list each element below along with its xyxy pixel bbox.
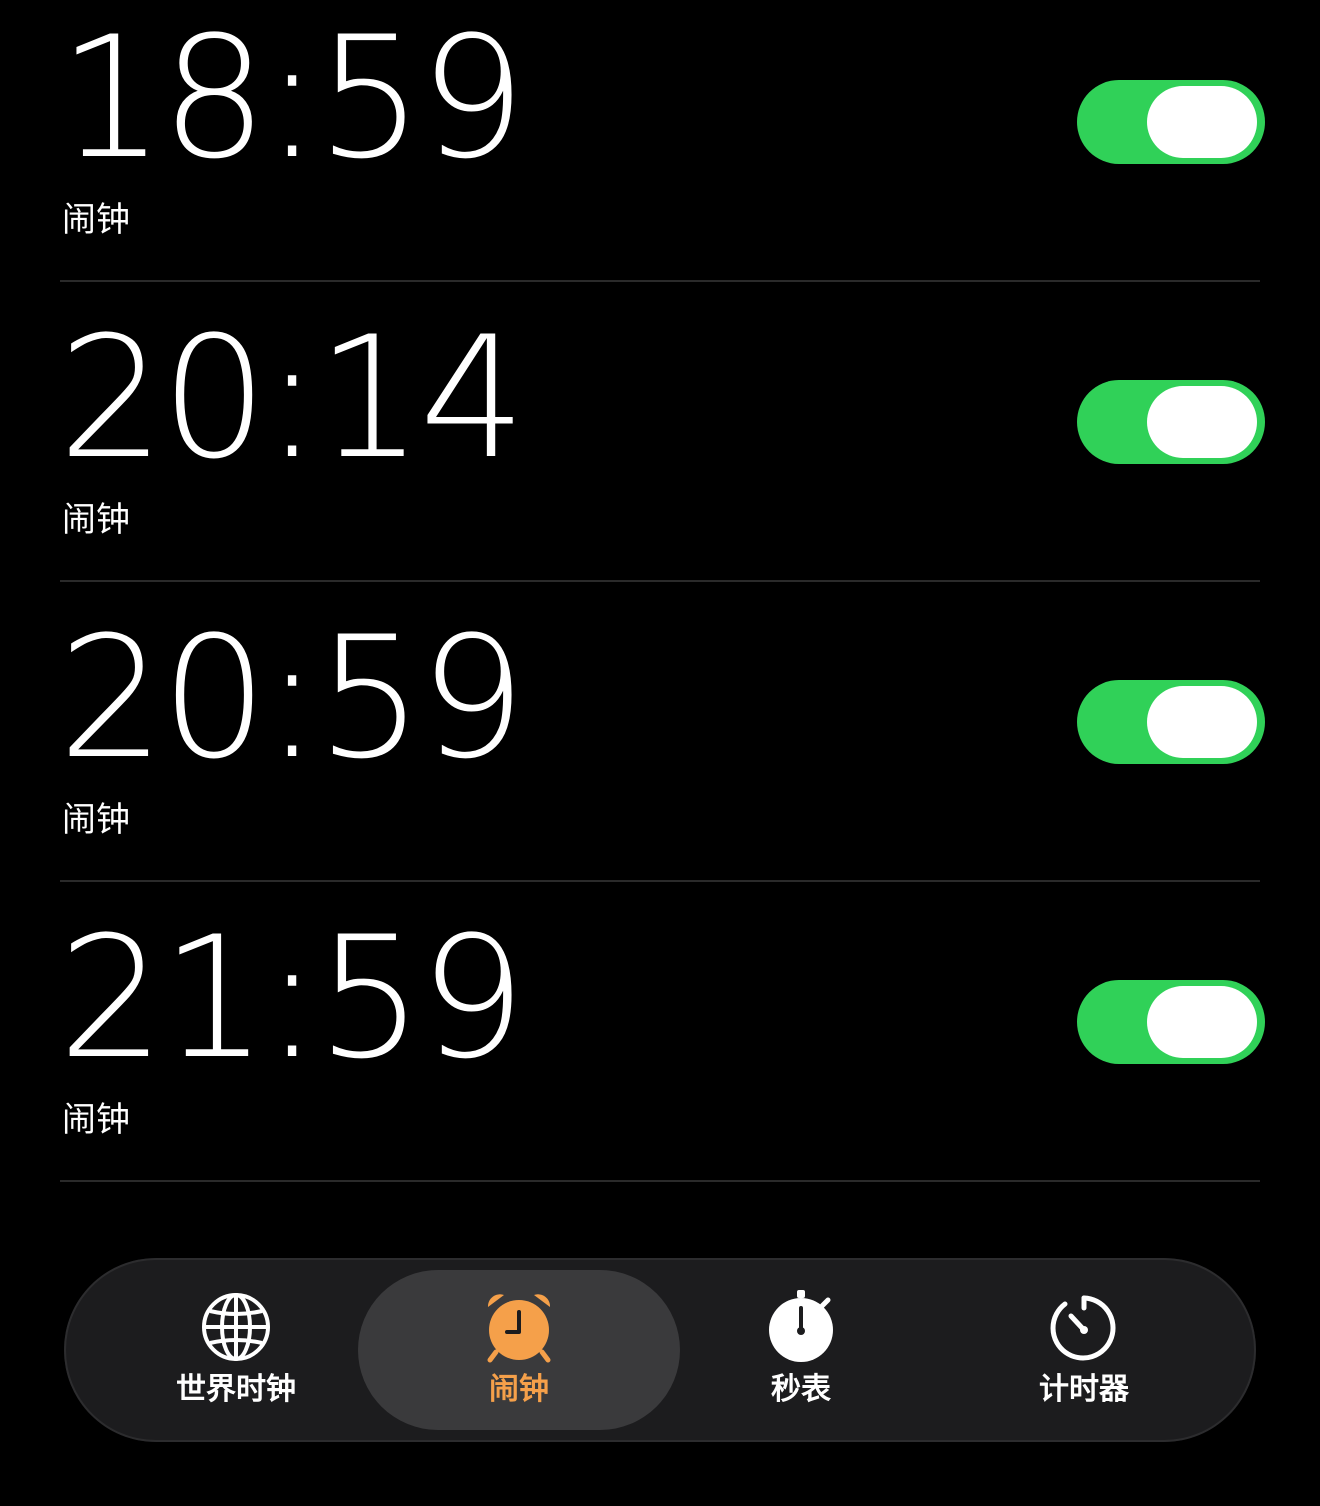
- alarm-toggle[interactable]: [1077, 380, 1265, 464]
- tab-alarm[interactable]: 闹钟: [399, 1258, 639, 1442]
- tab-label: 闹钟: [489, 1372, 549, 1407]
- timer-icon: [1050, 1295, 1116, 1361]
- tab-stopwatch[interactable]: 秒表: [681, 1258, 921, 1442]
- alarm-label: 闹钟: [62, 500, 130, 540]
- alarm-time: 21:59: [58, 900, 526, 1096]
- alarm-clock-icon: [487, 1294, 551, 1363]
- alarm-row[interactable]: 21:59 闹钟: [0, 900, 1320, 1200]
- alarm-label: 闹钟: [62, 800, 130, 840]
- alarm-label: 闹钟: [62, 1100, 130, 1140]
- alarm-row[interactable]: 20:59 闹钟: [0, 600, 1320, 900]
- alarm-toggle[interactable]: [1077, 680, 1265, 764]
- alarm-label: 闹钟: [62, 200, 130, 240]
- tab-timer[interactable]: 计时器: [964, 1258, 1204, 1442]
- alarm-list: 18:59 闹钟 20:14 闹钟 20:59 闹钟 21:59 闹钟: [0, 0, 1320, 1200]
- globe-icon: [202, 1293, 270, 1361]
- alarm-toggle[interactable]: [1077, 80, 1265, 164]
- toggle-knob: [1147, 986, 1257, 1058]
- toggle-knob: [1147, 86, 1257, 158]
- tab-label: 计时器: [1039, 1372, 1129, 1407]
- alarm-time: 20:59: [58, 600, 526, 796]
- tab-world-clock[interactable]: 世界时钟: [116, 1258, 356, 1442]
- tab-bar: 世界时钟 闹钟 秒表 计时器: [64, 1258, 1256, 1442]
- alarm-row[interactable]: 20:14 闹钟: [0, 300, 1320, 600]
- tab-label: 秒表: [771, 1372, 831, 1407]
- tab-label: 世界时钟: [176, 1372, 296, 1407]
- alarm-time: 18:59: [58, 0, 526, 196]
- toggle-knob: [1147, 386, 1257, 458]
- alarm-row[interactable]: 18:59 闹钟: [0, 0, 1320, 300]
- toggle-knob: [1147, 686, 1257, 758]
- alarm-toggle[interactable]: [1077, 980, 1265, 1064]
- stopwatch-icon: [769, 1290, 833, 1362]
- alarm-time: 20:14: [58, 300, 526, 496]
